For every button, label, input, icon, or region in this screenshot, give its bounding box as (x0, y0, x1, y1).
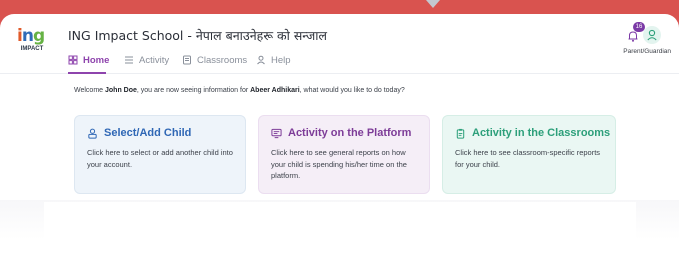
content-area (44, 202, 636, 274)
avatar[interactable] (643, 26, 661, 44)
welcome-user: John Doe (105, 87, 137, 94)
top-header: ing IMPACT ING Impact School - नेपाल बना… (0, 14, 679, 74)
activity-platform-card[interactable]: Activity on the Platform Click here to s… (258, 115, 430, 194)
nav-home[interactable]: Home (68, 52, 109, 68)
nav-classrooms-label: Classrooms (197, 54, 248, 66)
activity-classrooms-description: Click here to see classroom-specific rep… (455, 148, 601, 169)
welcome-child: Abeer Adhikari (250, 87, 300, 94)
welcome-message: Welcome John Doe, you are now seeing inf… (74, 87, 405, 94)
nav-activity-label: Activity (139, 54, 170, 66)
user-role: Parent/Guardian (623, 48, 671, 55)
activity-platform-description: Click here to see general reports on how… (271, 148, 407, 180)
logo-sub: IMPACT (20, 46, 44, 52)
welcome-prefix: Welcome (74, 87, 105, 94)
nav-activity[interactable]: Activity (124, 52, 169, 68)
app-window: ing IMPACT ING Impact School - नेपाल बना… (0, 14, 679, 274)
ing-impact-logo[interactable]: ing IMPACT (14, 26, 48, 62)
select-add-child-card[interactable]: Select/Add Child Click here to select or… (74, 115, 246, 194)
page-title: ING Impact School - नेपाल बनाउनेहरू को स… (68, 28, 327, 43)
nav-home-label: Home (83, 54, 110, 66)
select-add-child-description: Click here to select or add another chil… (87, 148, 233, 169)
nav-classrooms[interactable]: Classrooms (182, 52, 247, 68)
activity-classrooms-title: Activity in the Classrooms (455, 127, 610, 139)
person-icon (257, 55, 265, 65)
select-add-child-label: Select/Add Child (104, 127, 192, 139)
logo-mark: ing (17, 26, 45, 46)
nav-active-indicator (68, 72, 106, 74)
activity-platform-label: Activity on the Platform (288, 127, 412, 139)
nav-help[interactable]: Help (256, 52, 291, 68)
welcome-suffix: , what would you like to do today? (299, 87, 405, 94)
activity-classrooms-label: Activity in the Classrooms (472, 127, 611, 139)
select-add-child-title: Select/Add Child (87, 127, 233, 139)
nav-help-label: Help (271, 54, 291, 66)
top-notch (426, 0, 440, 8)
user-icon (647, 29, 657, 41)
child-icon (88, 128, 97, 139)
activity-classrooms-card[interactable]: Activity in the Classrooms Click here to… (442, 115, 616, 194)
clipboard-icon (456, 128, 465, 139)
home-icon (68, 55, 78, 65)
activity-platform-title: Activity on the Platform (271, 127, 417, 139)
monitor-icon (271, 128, 282, 138)
book-icon (183, 55, 191, 65)
welcome-middle: , you are now seeing information for (136, 87, 251, 94)
list-icon (125, 56, 133, 64)
